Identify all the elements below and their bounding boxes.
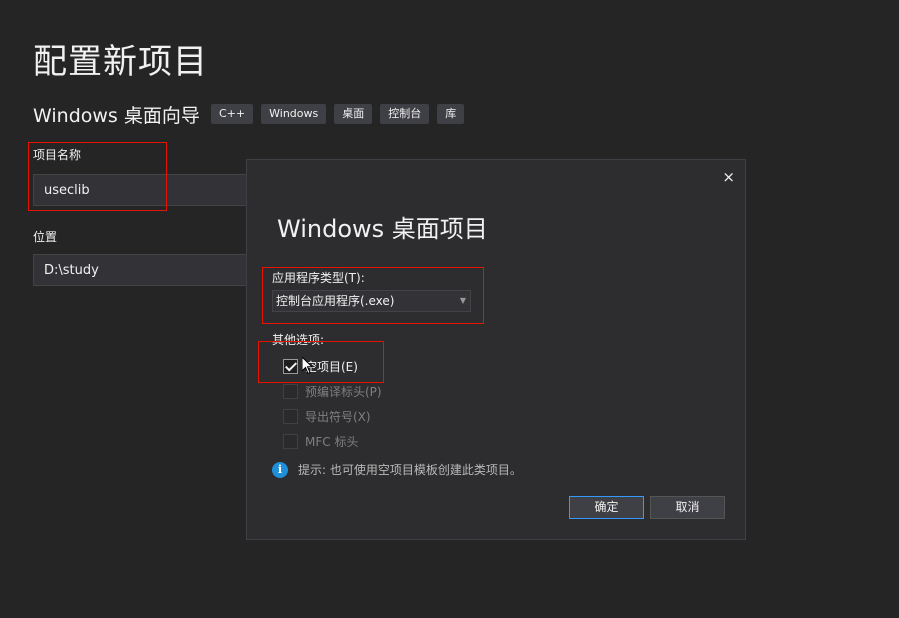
close-icon[interactable]: × xyxy=(722,168,735,186)
other-options-label: 其他选项: xyxy=(272,333,325,347)
dialog-title: Windows 桌面项目 xyxy=(277,215,488,243)
mfc-headers-checkbox[interactable] xyxy=(283,433,298,449)
hint-text: 提示: 也可使用空项目模板创建此类项目。 xyxy=(298,463,522,477)
info-icon: i xyxy=(272,461,288,478)
tag-library: 库 xyxy=(437,104,465,124)
ok-button[interactable]: 确定 xyxy=(569,496,644,519)
mfc-headers-label: MFC 标头 xyxy=(305,434,359,449)
cancel-button[interactable]: 取消 xyxy=(650,496,725,519)
app-type-dropdown[interactable]: 控制台应用程序(.exe) ▼ xyxy=(272,290,471,312)
hint: i 提示: 也可使用空项目模板创建此类项目。 xyxy=(272,461,522,478)
tag-windows: Windows xyxy=(261,104,327,124)
export-symbols-label: 导出符号(X) xyxy=(305,409,371,424)
precompiled-header-checkbox[interactable] xyxy=(283,383,298,399)
empty-project-checkbox[interactable] xyxy=(283,358,298,374)
option-precompiled-header[interactable]: 预编译标头(P) xyxy=(283,382,382,400)
location-label: 位置 xyxy=(33,230,58,244)
option-export-symbols[interactable]: 导出符号(X) xyxy=(283,407,371,425)
tag-desktop: 桌面 xyxy=(334,104,373,124)
tag-cpp: C++ xyxy=(211,104,254,124)
template-tags: C++ Windows 桌面 控制台 库 xyxy=(211,104,465,124)
app-type-value: 控制台应用程序(.exe) xyxy=(276,294,395,308)
tag-console: 控制台 xyxy=(380,104,430,124)
option-mfc-headers[interactable]: MFC 标头 xyxy=(283,432,358,450)
template-name: Windows 桌面向导 xyxy=(33,105,200,127)
page-title: 配置新项目 xyxy=(33,42,208,82)
precompiled-header-label: 预编译标头(P) xyxy=(305,384,382,399)
app-type-label: 应用程序类型(T): xyxy=(272,271,365,285)
export-symbols-checkbox[interactable] xyxy=(283,408,298,424)
desktop-project-dialog: × Windows 桌面项目 应用程序类型(T): 控制台应用程序(.exe) … xyxy=(246,159,746,540)
chevron-down-icon: ▼ xyxy=(459,296,466,305)
option-empty-project[interactable]: 空项目(E) xyxy=(283,357,358,375)
project-name-label: 项目名称 xyxy=(33,148,82,162)
mouse-cursor-icon xyxy=(302,357,314,375)
